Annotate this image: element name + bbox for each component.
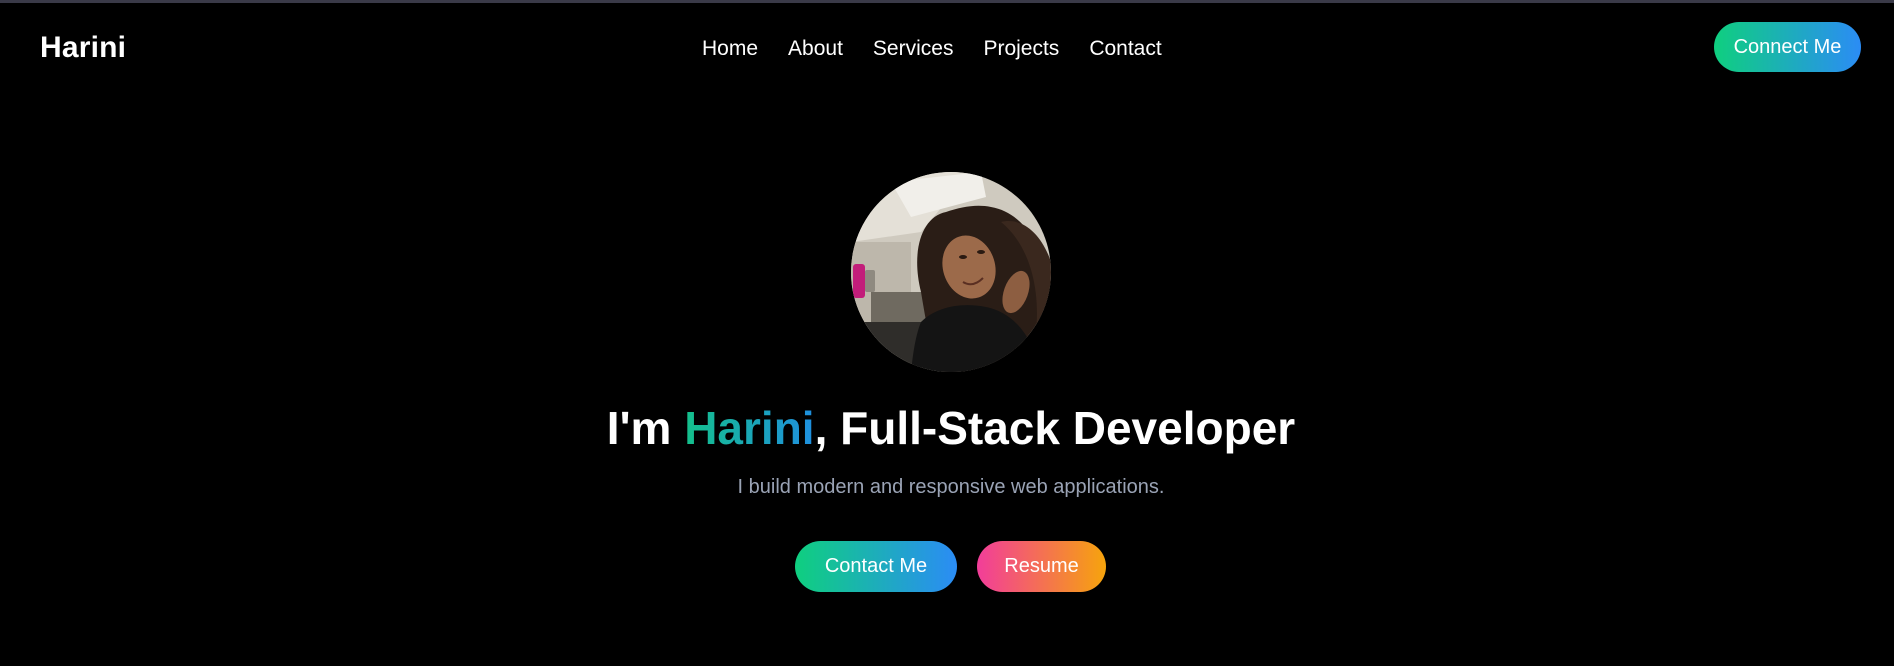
hero-headline: I'm Harini, Full-Stack Developer (0, 401, 1894, 455)
hero-cta-row: Contact Me Resume (0, 541, 1894, 593)
headline-suffix: , Full-Stack Developer (814, 402, 1296, 454)
hero-section: I'm Harini, Full-Stack Developer I build… (0, 0, 1894, 666)
profile-photo-illustration (851, 172, 1051, 372)
headline-prefix: I'm (606, 402, 685, 454)
contact-me-button[interactable]: Contact Me (795, 541, 957, 592)
resume-button[interactable]: Resume (977, 541, 1106, 592)
hero-subtitle: I build modern and responsive web applic… (737, 476, 1165, 498)
headline-name: Harini (684, 402, 815, 454)
profile-photo (851, 172, 1051, 372)
